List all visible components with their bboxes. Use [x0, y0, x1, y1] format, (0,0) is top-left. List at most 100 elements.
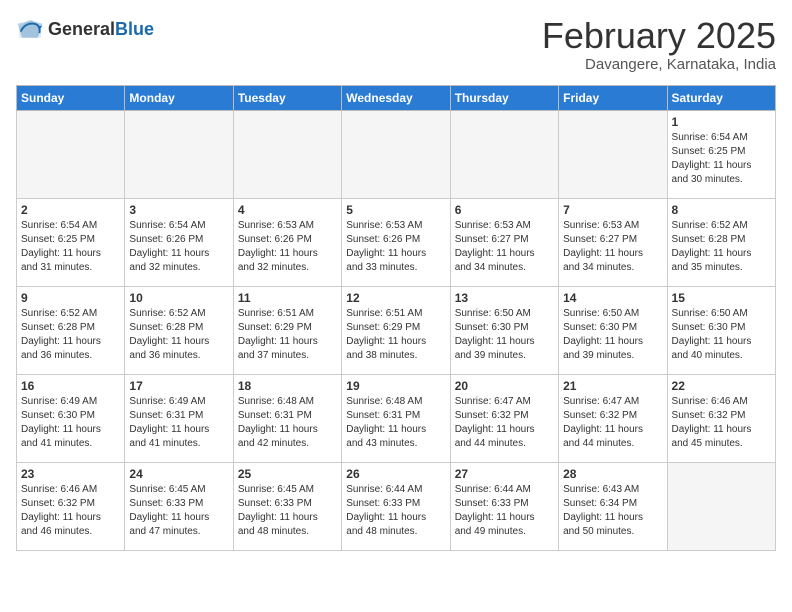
day-info: Sunrise: 6:47 AM Sunset: 6:32 PM Dayligh…: [563, 395, 662, 451]
day-info: Sunrise: 6:45 AM Sunset: 6:33 PM Dayligh…: [129, 483, 228, 539]
day-info: Sunrise: 6:50 AM Sunset: 6:30 PM Dayligh…: [672, 307, 771, 363]
week-row-1: 1 Sunrise: 6:54 AM Sunset: 6:25 PM Daylig…: [17, 110, 776, 198]
calendar-cell: 21 Sunrise: 6:47 AM Sunset: 6:32 PM Dayli…: [559, 374, 667, 462]
day-info: Sunrise: 6:48 AM Sunset: 6:31 PM Dayligh…: [346, 395, 445, 451]
day-number: 21: [563, 379, 662, 393]
week-row-4: 16 Sunrise: 6:49 AM Sunset: 6:30 PM Dayli…: [17, 374, 776, 462]
day-number: 27: [455, 467, 554, 481]
calendar-cell: 16 Sunrise: 6:49 AM Sunset: 6:30 PM Dayli…: [17, 374, 125, 462]
day-number: 23: [21, 467, 120, 481]
day-number: 9: [21, 291, 120, 305]
logo-blue: Blue: [115, 19, 154, 39]
day-info: Sunrise: 6:53 AM Sunset: 6:27 PM Dayligh…: [455, 219, 554, 275]
calendar-cell: 24 Sunrise: 6:45 AM Sunset: 6:33 PM Dayli…: [125, 462, 233, 550]
calendar-cell: [233, 110, 341, 198]
calendar-cell: 28 Sunrise: 6:43 AM Sunset: 6:34 PM Dayli…: [559, 462, 667, 550]
day-info: Sunrise: 6:49 AM Sunset: 6:30 PM Dayligh…: [21, 395, 120, 451]
day-number: 20: [455, 379, 554, 393]
day-info: Sunrise: 6:50 AM Sunset: 6:30 PM Dayligh…: [563, 307, 662, 363]
calendar-cell: [559, 110, 667, 198]
calendar-cell: [342, 110, 450, 198]
day-info: Sunrise: 6:52 AM Sunset: 6:28 PM Dayligh…: [21, 307, 120, 363]
col-header-friday: Friday: [559, 85, 667, 110]
day-number: 14: [563, 291, 662, 305]
day-number: 22: [672, 379, 771, 393]
calendar-cell: 27Sunrise: 6:44 AM Sunset: 6:33 PM Dayli…: [450, 462, 558, 550]
day-number: 24: [129, 467, 228, 481]
col-header-monday: Monday: [125, 85, 233, 110]
calendar-cell: 19 Sunrise: 6:48 AM Sunset: 6:31 PM Dayli…: [342, 374, 450, 462]
calendar-cell: 14 Sunrise: 6:50 AM Sunset: 6:30 PM Dayli…: [559, 286, 667, 374]
day-info: Sunrise: 6:53 AM Sunset: 6:26 PM Dayligh…: [346, 219, 445, 275]
page-header: GeneralBlue February 2025 Davangere, Kar…: [16, 16, 776, 73]
day-info: Sunrise: 6:51 AM Sunset: 6:29 PM Dayligh…: [346, 307, 445, 363]
calendar-cell: [667, 462, 775, 550]
calendar-cell: 25 Sunrise: 6:45 AM Sunset: 6:33 PM Dayli…: [233, 462, 341, 550]
calendar-cell: 10 Sunrise: 6:52 AM Sunset: 6:28 PM Dayli…: [125, 286, 233, 374]
day-info: Sunrise: 6:53 AM Sunset: 6:26 PM Dayligh…: [238, 219, 337, 275]
day-number: 18: [238, 379, 337, 393]
calendar-title: February 2025: [542, 16, 776, 56]
col-header-tuesday: Tuesday: [233, 85, 341, 110]
day-info: Sunrise: 6:52 AM Sunset: 6:28 PM Dayligh…: [129, 307, 228, 363]
title-block: February 2025 Davangere, Karnataka, Indi…: [542, 16, 776, 73]
day-number: 5: [346, 203, 445, 217]
calendar-cell: [125, 110, 233, 198]
day-number: 11: [238, 291, 337, 305]
day-number: 1: [672, 115, 771, 129]
calendar-cell: 20 Sunrise: 6:47 AM Sunset: 6:32 PM Dayli…: [450, 374, 558, 462]
calendar-cell: 1 Sunrise: 6:54 AM Sunset: 6:25 PM Daylig…: [667, 110, 775, 198]
day-number: 13: [455, 291, 554, 305]
calendar-cell: 26 Sunrise: 6:44 AM Sunset: 6:33 PM Dayli…: [342, 462, 450, 550]
calendar-subtitle: Davangere, Karnataka, India: [542, 56, 776, 73]
col-header-sunday: Sunday: [17, 85, 125, 110]
day-number: 28: [563, 467, 662, 481]
logo-icon: [16, 16, 44, 44]
calendar-cell: 5 Sunrise: 6:53 AM Sunset: 6:26 PM Daylig…: [342, 198, 450, 286]
day-info: Sunrise: 6:49 AM Sunset: 6:31 PM Dayligh…: [129, 395, 228, 451]
calendar-cell: 9 Sunrise: 6:52 AM Sunset: 6:28 PM Daylig…: [17, 286, 125, 374]
logo-general: General: [48, 19, 115, 39]
calendar-cell: 2 Sunrise: 6:54 AM Sunset: 6:25 PM Daylig…: [17, 198, 125, 286]
calendar-cell: 12Sunrise: 6:51 AM Sunset: 6:29 PM Dayli…: [342, 286, 450, 374]
week-row-3: 9 Sunrise: 6:52 AM Sunset: 6:28 PM Daylig…: [17, 286, 776, 374]
day-number: 17: [129, 379, 228, 393]
day-number: 25: [238, 467, 337, 481]
calendar-cell: 17 Sunrise: 6:49 AM Sunset: 6:31 PM Dayli…: [125, 374, 233, 462]
day-number: 10: [129, 291, 228, 305]
day-info: Sunrise: 6:48 AM Sunset: 6:31 PM Dayligh…: [238, 395, 337, 451]
day-number: 8: [672, 203, 771, 217]
calendar-table: SundayMondayTuesdayWednesdayThursdayFrid…: [16, 85, 776, 551]
day-info: Sunrise: 6:54 AM Sunset: 6:25 PM Dayligh…: [672, 131, 771, 187]
col-header-wednesday: Wednesday: [342, 85, 450, 110]
calendar-cell: 18 Sunrise: 6:48 AM Sunset: 6:31 PM Dayli…: [233, 374, 341, 462]
day-number: 4: [238, 203, 337, 217]
week-row-5: 23Sunrise: 6:46 AM Sunset: 6:32 PM Dayli…: [17, 462, 776, 550]
calendar-cell: 4 Sunrise: 6:53 AM Sunset: 6:26 PM Daylig…: [233, 198, 341, 286]
day-number: 16: [21, 379, 120, 393]
day-info: Sunrise: 6:53 AM Sunset: 6:27 PM Dayligh…: [563, 219, 662, 275]
calendar-cell: 11 Sunrise: 6:51 AM Sunset: 6:29 PM Dayli…: [233, 286, 341, 374]
day-info: Sunrise: 6:47 AM Sunset: 6:32 PM Dayligh…: [455, 395, 554, 451]
day-info: Sunrise: 6:43 AM Sunset: 6:34 PM Dayligh…: [563, 483, 662, 539]
day-number: 19: [346, 379, 445, 393]
day-info: Sunrise: 6:54 AM Sunset: 6:25 PM Dayligh…: [21, 219, 120, 275]
day-info: Sunrise: 6:51 AM Sunset: 6:29 PM Dayligh…: [238, 307, 337, 363]
col-header-saturday: Saturday: [667, 85, 775, 110]
day-number: 6: [455, 203, 554, 217]
calendar-cell: 23Sunrise: 6:46 AM Sunset: 6:32 PM Dayli…: [17, 462, 125, 550]
day-info: Sunrise: 6:44 AM Sunset: 6:33 PM Dayligh…: [346, 483, 445, 539]
calendar-header-row: SundayMondayTuesdayWednesdayThursdayFrid…: [17, 85, 776, 110]
logo: GeneralBlue: [16, 16, 154, 44]
calendar-cell: [17, 110, 125, 198]
calendar-cell: 8 Sunrise: 6:52 AM Sunset: 6:28 PM Daylig…: [667, 198, 775, 286]
day-number: 15: [672, 291, 771, 305]
day-info: Sunrise: 6:45 AM Sunset: 6:33 PM Dayligh…: [238, 483, 337, 539]
calendar-cell: 22Sunrise: 6:46 AM Sunset: 6:32 PM Dayli…: [667, 374, 775, 462]
day-number: 2: [21, 203, 120, 217]
week-row-2: 2 Sunrise: 6:54 AM Sunset: 6:25 PM Daylig…: [17, 198, 776, 286]
day-info: Sunrise: 6:52 AM Sunset: 6:28 PM Dayligh…: [672, 219, 771, 275]
day-number: 26: [346, 467, 445, 481]
calendar-cell: 15 Sunrise: 6:50 AM Sunset: 6:30 PM Dayli…: [667, 286, 775, 374]
logo-text: GeneralBlue: [48, 19, 154, 41]
